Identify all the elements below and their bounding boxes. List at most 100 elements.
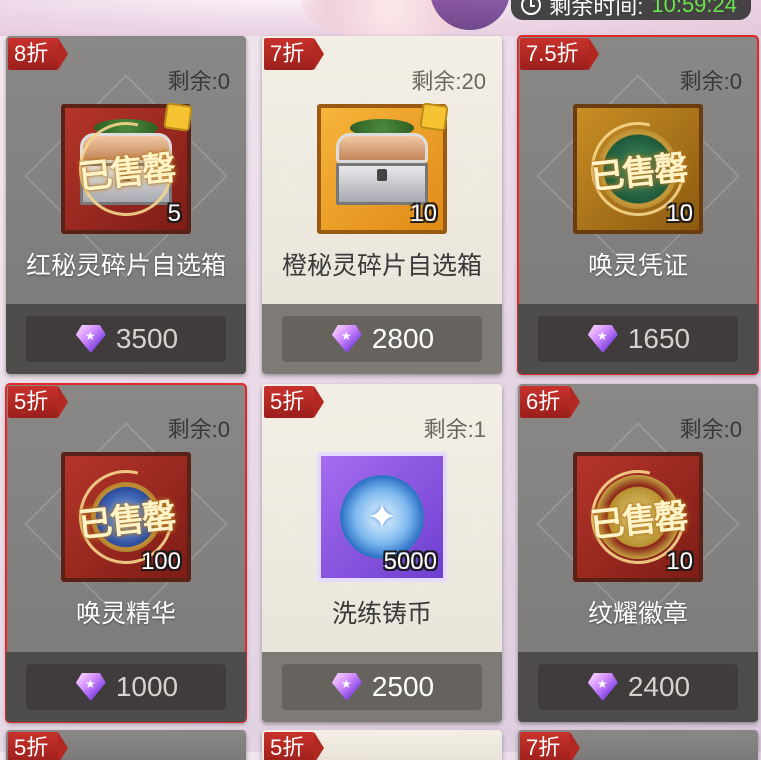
remaining-label: 剩余: — [679, 417, 730, 442]
item-icon-frame[interactable]: 已售罄 100 — [61, 452, 191, 582]
item-icon-frame[interactable]: ✦ 5000 — [317, 452, 447, 582]
top-banner: 剩余时间: 10:59:24 — [0, 0, 761, 40]
remaining-count: 剩余:1 — [424, 412, 486, 444]
clock-icon — [521, 0, 542, 15]
shop-item-card[interactable]: 5折 剩余:0 已售罄 100 唤灵精华 1000 — [5, 383, 247, 723]
price-value: 2400 — [627, 671, 691, 702]
remaining-value: 0 — [729, 69, 742, 94]
price-bar[interactable]: 2500 — [262, 652, 502, 722]
buy-button[interactable]: 1000 — [26, 664, 226, 710]
shop-item-card[interactable]: 7.5折 剩余:0 已售罄 10 唤灵凭证 1650 — [517, 35, 759, 375]
treasure-chest-icon — [336, 119, 428, 205]
remaining-count: 剩余:0 — [680, 412, 742, 444]
remaining-value: 0 — [217, 417, 230, 442]
item-name: 唤灵精华 — [75, 600, 176, 628]
discount-label: 5折 — [14, 735, 49, 760]
price-bar[interactable]: 1650 — [518, 304, 758, 374]
discount-label: 5折 — [14, 389, 49, 414]
discount-badge: 7.5折 — [520, 38, 599, 70]
buy-button[interactable]: 2500 — [282, 664, 482, 710]
diamond-currency-icon — [330, 673, 364, 701]
sold-out-label: 已售罄 — [588, 148, 689, 197]
discount-badge: 8折 — [8, 38, 69, 70]
diamond-currency-icon — [330, 325, 364, 353]
price-bar[interactable]: 3500 — [6, 304, 246, 374]
discount-badge: 6折 — [520, 386, 581, 418]
diamond-currency-icon — [74, 325, 108, 353]
shop-item-card[interactable]: 5折 剩余:1 ✦ 5000 洗练铸币 2500 — [262, 384, 502, 722]
discount-label: 8折 — [14, 41, 49, 66]
remaining-label: 剩余: — [679, 69, 730, 94]
remaining-value: 0 — [729, 417, 742, 442]
discount-badge: 7折 — [520, 732, 581, 760]
discount-badge: 5折 — [8, 386, 69, 418]
timer-label: 剩余时间: — [549, 0, 644, 19]
sold-out-label: 已售罄 — [588, 496, 689, 545]
item-name: 红秘灵碎片自选箱 — [25, 252, 226, 280]
discount-badge: 5折 — [264, 732, 325, 760]
item-quantity: 10 — [410, 200, 437, 227]
item-quantity: 5 — [167, 200, 181, 227]
countdown-timer: 剩余时间: 10:59:24 — [511, 0, 751, 20]
item-icon-frame[interactable]: 已售罄 5 — [61, 102, 193, 234]
buy-button[interactable]: 1650 — [538, 316, 738, 362]
price-bar[interactable]: 2800 — [262, 304, 502, 374]
discount-label: 5折 — [270, 389, 305, 414]
remaining-label: 剩余: — [167, 69, 218, 94]
item-quantity: 10 — [666, 548, 693, 575]
remaining-count: 剩余:0 — [168, 64, 230, 96]
item-icon-frame[interactable]: 10 — [317, 102, 449, 234]
diamond-currency-icon — [586, 673, 620, 701]
item-name: 纹耀徽章 — [587, 600, 688, 628]
discount-label: 7折 — [270, 41, 305, 66]
remaining-label: 剩余: — [423, 417, 474, 442]
discount-label: 7.5折 — [526, 41, 579, 66]
price-bar[interactable]: 1000 — [6, 652, 246, 722]
puzzle-piece-icon — [419, 102, 449, 132]
remaining-label: 剩余: — [411, 69, 462, 94]
item-icon-frame[interactable]: 已售罄 10 — [573, 452, 703, 582]
discount-badge: 5折 — [8, 732, 69, 760]
price-value: 1000 — [115, 671, 179, 702]
sold-out-label: 已售罄 — [76, 148, 177, 197]
price-value: 3500 — [115, 323, 179, 354]
buy-button[interactable]: 2800 — [282, 316, 482, 362]
remaining-label: 剩余: — [167, 417, 218, 442]
price-value: 2500 — [371, 671, 435, 702]
chest-lid — [336, 133, 428, 163]
buy-button[interactable]: 3500 — [26, 316, 226, 362]
diamond-currency-icon — [586, 325, 620, 353]
shop-item-card[interactable]: 8折 剩余:0 已售罄 5 红秘灵碎片自选箱 3500 — [6, 36, 246, 374]
remaining-count: 剩余:0 — [680, 64, 742, 96]
item-icon-frame[interactable]: 已售罄 10 — [573, 104, 703, 234]
remaining-count: 剩余:0 — [168, 412, 230, 444]
price-value: 2800 — [371, 323, 435, 354]
star-icon: ✦ — [366, 496, 398, 537]
diamond-currency-icon — [74, 673, 108, 701]
coin-medal-icon: ✦ — [340, 475, 424, 559]
item-name: 橙秘灵碎片自选箱 — [281, 252, 482, 280]
discount-badge: 7折 — [264, 38, 325, 70]
item-quantity: 100 — [140, 548, 181, 575]
shop-item-card-partial[interactable]: 7折 — [518, 730, 758, 760]
shop-item-card-partial[interactable]: 5折 — [6, 730, 246, 760]
remaining-value: 20 — [461, 69, 486, 94]
shop-item-card[interactable]: 7折 剩余:20 10 橙秘灵碎片自选箱 2800 — [262, 36, 502, 374]
discount-label: 6折 — [526, 389, 561, 414]
chest-lock-icon — [377, 169, 387, 181]
shop-item-card-partial[interactable]: 5折 — [262, 730, 502, 760]
remaining-value: 1 — [473, 417, 486, 442]
item-quantity: 5000 — [383, 548, 437, 575]
buy-button[interactable]: 2400 — [538, 664, 738, 710]
discount-label: 7折 — [526, 735, 561, 760]
remaining-count: 剩余:20 — [411, 64, 486, 96]
remaining-value: 0 — [217, 69, 230, 94]
item-name: 唤灵凭证 — [587, 252, 688, 280]
discount-label: 5折 — [270, 735, 305, 760]
item-quantity: 10 — [666, 200, 693, 227]
sold-out-label: 已售罄 — [76, 496, 177, 545]
price-bar[interactable]: 2400 — [518, 652, 758, 722]
discount-badge: 5折 — [264, 386, 325, 418]
price-value: 1650 — [627, 323, 691, 354]
shop-item-card[interactable]: 6折 剩余:0 已售罄 10 纹耀徽章 2400 — [518, 384, 758, 722]
